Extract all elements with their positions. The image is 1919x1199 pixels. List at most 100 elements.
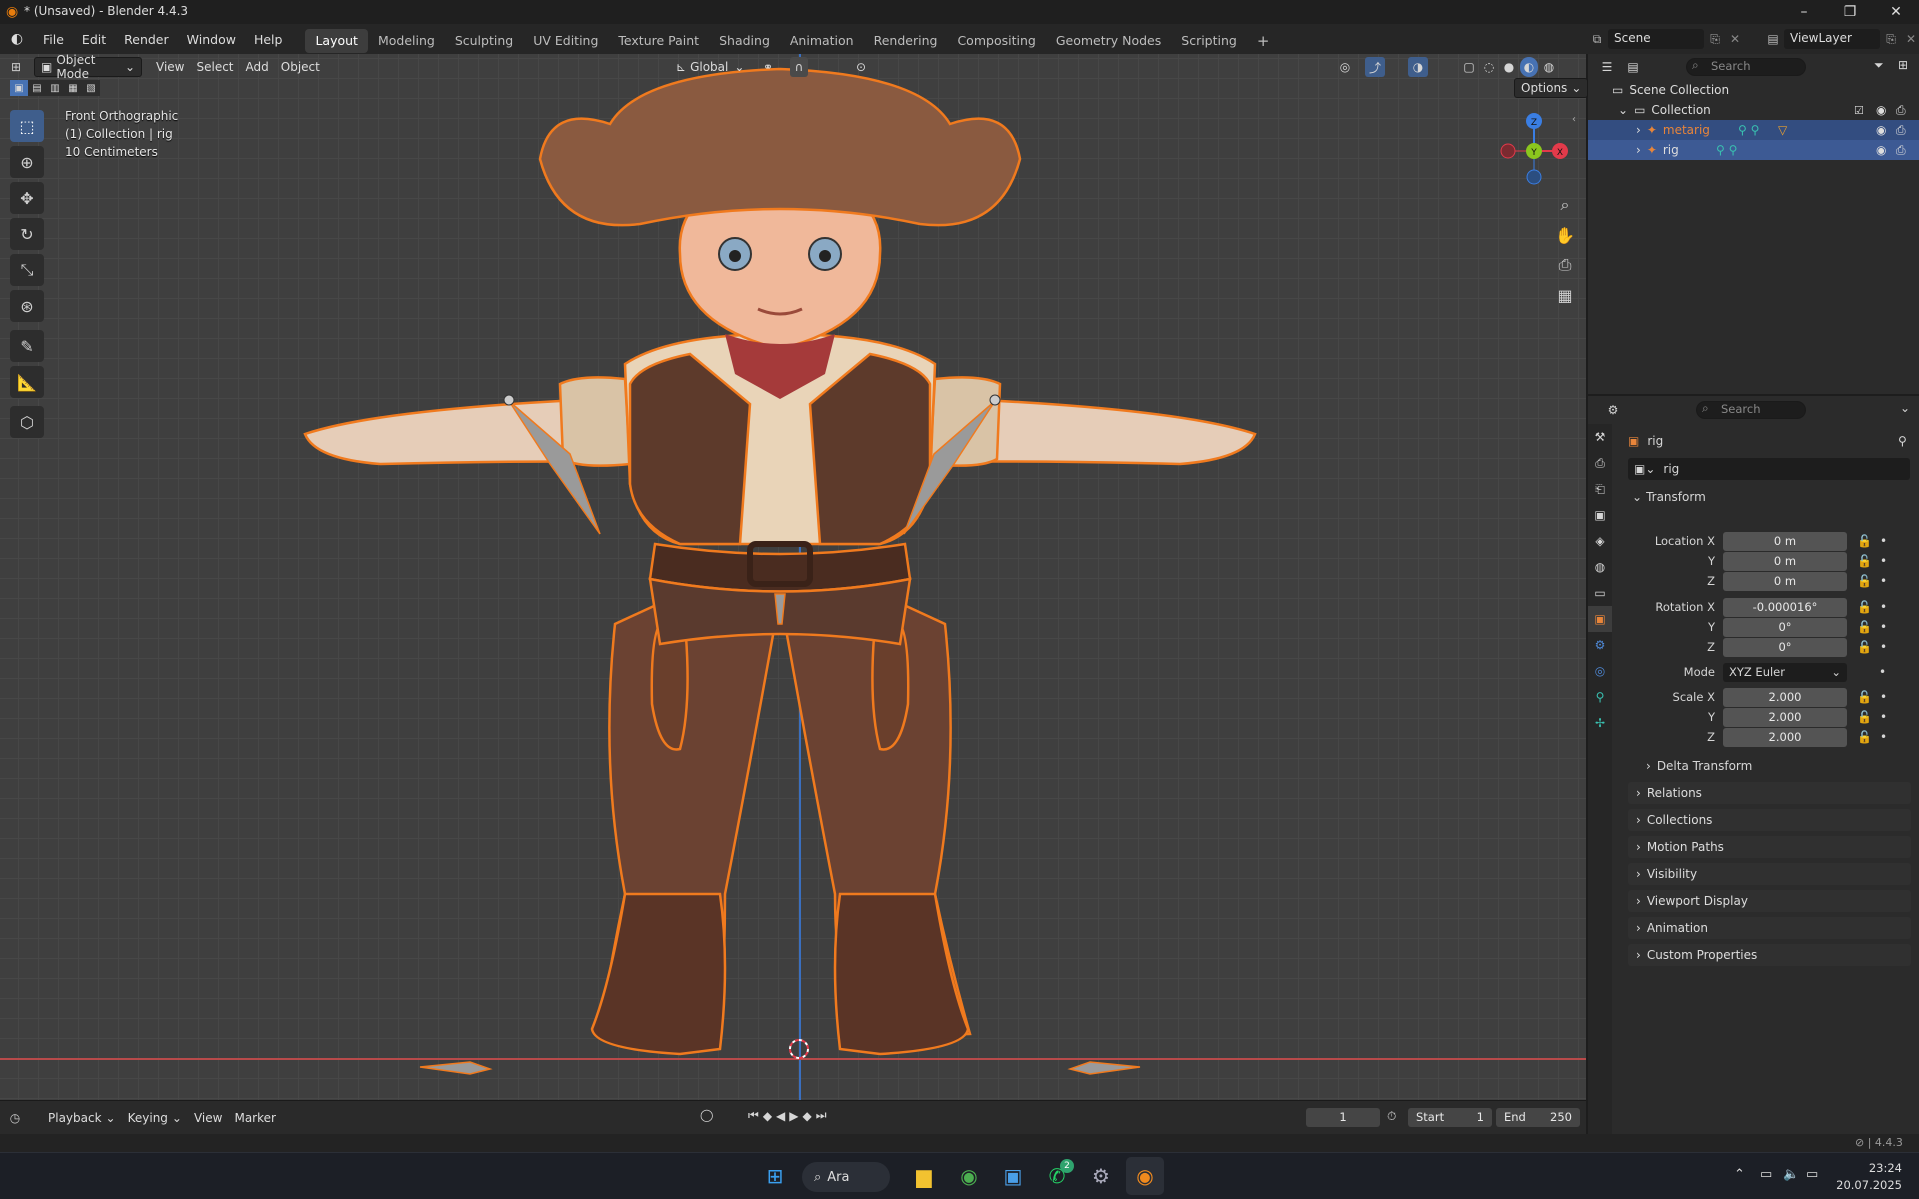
select-subtract-icon[interactable]: ▥ bbox=[46, 80, 64, 96]
play-reverse-icon[interactable]: ◀ bbox=[776, 1109, 785, 1123]
menu-edit[interactable]: Edit bbox=[73, 24, 115, 54]
current-frame-field[interactable]: 1 bbox=[1306, 1108, 1380, 1127]
panel-custom-properties[interactable]: › Custom Properties bbox=[1628, 944, 1911, 966]
tray-chevron-icon[interactable]: ⌃ bbox=[1734, 1167, 1745, 1182]
store-icon[interactable]: ▣ bbox=[994, 1157, 1032, 1195]
expand-chevron-icon[interactable]: ⌄ bbox=[1618, 103, 1628, 117]
scene-name[interactable]: Scene bbox=[1608, 29, 1704, 49]
blender-taskbar-icon[interactable]: ◉ bbox=[1126, 1157, 1164, 1195]
editor-type-icon[interactable]: ⊞ bbox=[0, 60, 32, 74]
new-scene-icon[interactable]: ⎘ bbox=[1704, 32, 1726, 47]
windows-start-icon[interactable]: ⊞ bbox=[756, 1157, 794, 1195]
rotation-y-field[interactable]: 0° bbox=[1723, 617, 1847, 637]
hide-eye-icon[interactable]: ◉ bbox=[1876, 103, 1886, 117]
hide-eye-icon[interactable]: ◉ bbox=[1876, 123, 1886, 137]
modifier-tab-icon[interactable]: ⚙ bbox=[1588, 632, 1612, 658]
add-workspace-icon[interactable]: + bbox=[1247, 29, 1280, 53]
options-button[interactable]: Options ⌄ bbox=[1514, 78, 1589, 98]
properties-editor-icon[interactable]: ⚙ bbox=[1600, 403, 1626, 417]
panel-animation[interactable]: › Animation bbox=[1628, 917, 1911, 939]
render-camera-icon[interactable]: ⎙ bbox=[1896, 103, 1906, 118]
menu-marker[interactable]: Marker bbox=[228, 1108, 281, 1128]
lock-icon[interactable]: 🔓 bbox=[1857, 690, 1872, 704]
play-icon[interactable]: ▶ bbox=[789, 1109, 798, 1123]
transform-panel-header[interactable]: ⌄ Transform bbox=[1632, 486, 1919, 508]
pin-icon[interactable]: ⚲ bbox=[1898, 434, 1907, 448]
scale-y-field[interactable]: 2.000 bbox=[1723, 707, 1847, 727]
menu-window[interactable]: Window bbox=[178, 24, 245, 54]
menu-select[interactable]: Select bbox=[190, 57, 239, 77]
scene-collection-row[interactable]: ▭ Scene Collection bbox=[1588, 80, 1919, 100]
delta-transform-subpanel[interactable]: › Delta Transform bbox=[1646, 755, 1919, 777]
lock-icon[interactable]: 🔓 bbox=[1857, 600, 1872, 614]
tool-tab-icon[interactable]: ⚒ bbox=[1588, 424, 1612, 450]
solid-shading-icon[interactable]: ● bbox=[1500, 57, 1518, 77]
outliner-editor-icon[interactable]: ☰ bbox=[1594, 60, 1620, 74]
timeline-editor-icon[interactable]: ◷ bbox=[0, 1111, 30, 1125]
select-box-tool-icon[interactable]: ⬚ bbox=[10, 110, 44, 142]
collection-tab-icon[interactable]: ▭ bbox=[1588, 580, 1612, 606]
tab-sculpting[interactable]: Sculpting bbox=[445, 29, 523, 53]
battery-icon[interactable]: ▭ bbox=[1806, 1167, 1818, 1182]
3d-viewport[interactable]: Front Orthographic (1) Collection | rig … bbox=[0, 54, 1586, 1100]
properties-search[interactable]: Search bbox=[1696, 401, 1806, 419]
view-layer-tab-icon[interactable]: ▣ bbox=[1588, 502, 1612, 528]
scale-z-field[interactable]: 2.000 bbox=[1723, 727, 1847, 747]
tab-shading[interactable]: Shading bbox=[709, 29, 780, 53]
tab-animation[interactable]: Animation bbox=[780, 29, 864, 53]
constraint-tab-icon[interactable]: ⚲ bbox=[1588, 684, 1612, 710]
panel-collections[interactable]: › Collections bbox=[1628, 809, 1911, 831]
panel-viewport-display[interactable]: › Viewport Display bbox=[1628, 890, 1911, 912]
lock-icon[interactable]: 🔓 bbox=[1857, 620, 1872, 634]
display-icon[interactable]: ▭ bbox=[1760, 1167, 1772, 1182]
pivot-point-icon[interactable]: ⚭ bbox=[758, 57, 778, 77]
chrome-icon[interactable]: ◉ bbox=[950, 1157, 988, 1195]
filter-icon[interactable]: ⏷ bbox=[1874, 58, 1884, 73]
panel-visibility[interactable]: › Visibility bbox=[1628, 863, 1911, 885]
measure-tool-icon[interactable]: 📐 bbox=[10, 366, 44, 398]
xray-icon[interactable]: ▢ bbox=[1460, 57, 1478, 77]
cowboy-character-model[interactable] bbox=[280, 64, 1330, 1100]
armature-data-tab-icon[interactable]: ✢ bbox=[1588, 710, 1612, 736]
tab-layout[interactable]: Layout bbox=[305, 28, 368, 53]
zoom-icon[interactable]: ⌕ bbox=[1550, 192, 1580, 218]
clock-date[interactable]: 20.07.2025 bbox=[1832, 1178, 1902, 1192]
select-extend-icon[interactable]: ▤ bbox=[28, 80, 46, 96]
tab-rendering[interactable]: Rendering bbox=[864, 29, 948, 53]
tab-geometry-nodes[interactable]: Geometry Nodes bbox=[1046, 29, 1171, 53]
scene-tab-icon[interactable]: ◈ bbox=[1588, 528, 1612, 554]
start-frame-field[interactable]: Start 1 bbox=[1408, 1108, 1492, 1127]
gizmo-toggle-icon[interactable]: ⤴ bbox=[1365, 57, 1385, 77]
exclude-checkbox-icon[interactable]: ☑ bbox=[1854, 104, 1864, 117]
overlay-toggle-icon[interactable]: ◑ bbox=[1408, 57, 1428, 77]
select-intersect-icon[interactable]: ▧ bbox=[82, 80, 100, 96]
move-tool-icon[interactable]: ✥ bbox=[10, 182, 44, 214]
keyframe-dot-icon[interactable]: • bbox=[1880, 690, 1887, 704]
tab-scripting[interactable]: Scripting bbox=[1171, 29, 1247, 53]
tab-texture-paint[interactable]: Texture Paint bbox=[608, 29, 709, 53]
menu-playback[interactable]: Playback ⌄ bbox=[42, 1108, 122, 1128]
view-layer-name[interactable]: ViewLayer bbox=[1784, 29, 1880, 49]
menu-render[interactable]: Render bbox=[115, 24, 178, 54]
outliner-item-metarig[interactable]: › ✦ metarig ⚲ ⚲ ▽ ◉ ⎙ bbox=[1588, 120, 1919, 140]
outliner-item-rig[interactable]: › ✦ rig ⚲ ⚲ ◉ ⎙ bbox=[1588, 140, 1919, 160]
transform-orientation[interactable]: ⊾ Global ⌄ bbox=[670, 57, 750, 77]
preview-range-icon[interactable]: ⏱ bbox=[1387, 1109, 1396, 1124]
material-shading-icon[interactable]: ◐ bbox=[1520, 57, 1538, 77]
delete-view-layer-icon[interactable]: ✕ bbox=[1902, 32, 1919, 46]
rendered-shading-icon[interactable]: ◍ bbox=[1540, 57, 1558, 77]
keyframe-dot-icon[interactable]: • bbox=[1879, 665, 1886, 679]
add-cube-tool-icon[interactable]: ⬡ bbox=[10, 406, 44, 438]
jump-keyframe-forward-icon[interactable]: ◆ bbox=[803, 1109, 812, 1123]
navigation-gizmo[interactable]: Z X Y bbox=[1490, 109, 1570, 189]
keyframe-dot-icon[interactable]: • bbox=[1880, 534, 1887, 548]
render-tab-icon[interactable]: ⎙ bbox=[1588, 450, 1612, 476]
scale-tool-icon[interactable]: ⤡ bbox=[10, 254, 44, 286]
rotation-mode-dropdown[interactable]: XYZ Euler ⌄ bbox=[1723, 662, 1847, 682]
keyframe-dot-icon[interactable]: • bbox=[1880, 620, 1887, 634]
menu-object[interactable]: Object bbox=[275, 57, 326, 77]
location-y-field[interactable]: 0 m bbox=[1723, 551, 1847, 571]
select-invert-icon[interactable]: ▦ bbox=[64, 80, 82, 96]
menu-keying[interactable]: Keying ⌄ bbox=[122, 1108, 188, 1128]
cursor-tool-icon[interactable]: ⊕ bbox=[10, 146, 44, 178]
